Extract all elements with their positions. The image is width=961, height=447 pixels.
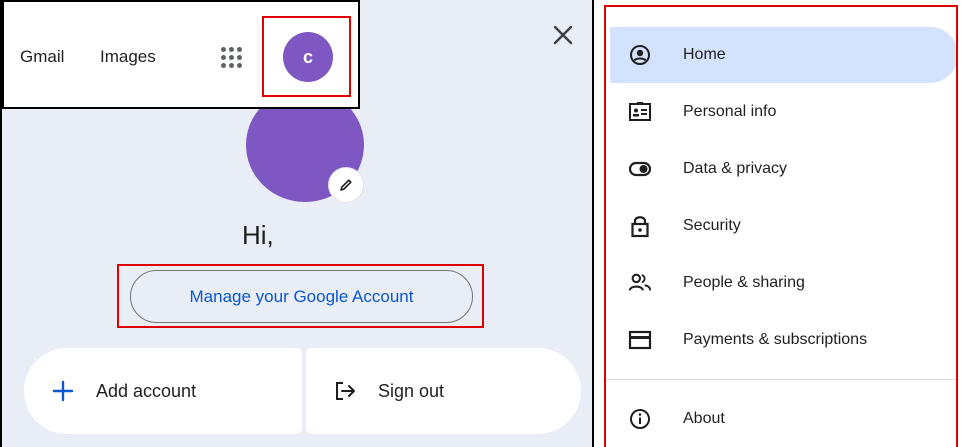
account-navigation: Home Personal info Data & privacy Securi… [604, 5, 958, 447]
nav-label-about: About [683, 410, 725, 427]
credit-card-icon [628, 328, 652, 352]
nav-item-payments[interactable]: Payments & subscriptions [606, 312, 956, 368]
manage-account-button[interactable]: Manage your Google Account [130, 270, 473, 323]
nav-label-data-privacy: Data & privacy [683, 160, 788, 177]
manage-account-highlight: Manage your Google Account [117, 264, 484, 328]
nav-label-payments: Payments & subscriptions [683, 331, 868, 348]
nav-label-security: Security [683, 217, 741, 234]
google-topbar: Gmail Images c [2, 0, 360, 109]
gmail-link[interactable]: Gmail [20, 46, 64, 68]
images-link[interactable]: Images [100, 46, 156, 68]
add-account-button[interactable]: Add account [24, 348, 302, 434]
nav-item-data-privacy[interactable]: Data & privacy [606, 141, 956, 197]
nav-label-home: Home [683, 46, 726, 63]
toggle-icon [628, 157, 652, 181]
account-avatar-button[interactable]: c [283, 32, 333, 82]
nav-divider [606, 379, 956, 380]
greeting-text: Hi, [242, 220, 274, 250]
lock-icon [628, 214, 652, 238]
add-account-label: Add account [96, 380, 197, 401]
nav-label-personal-info: Personal info [683, 103, 777, 120]
pencil-icon [340, 179, 352, 191]
people-icon [628, 271, 652, 295]
info-icon [628, 407, 652, 431]
nav-item-security[interactable]: Security [606, 198, 956, 254]
close-button[interactable] [548, 20, 578, 50]
nav-item-about[interactable]: About [606, 391, 956, 447]
edit-photo-button[interactable] [329, 168, 363, 202]
nav-label-people-sharing: People & sharing [683, 274, 805, 291]
account-actions: Add account Sign out [24, 348, 581, 434]
google-apps-grid-icon[interactable] [216, 42, 246, 72]
account-popup: Hi, Manage your Google Account Add accou… [0, 0, 594, 447]
account-avatar-highlight: c [262, 16, 351, 97]
nav-item-personal-info[interactable]: Personal info [606, 84, 956, 140]
sign-out-button[interactable]: Sign out [306, 348, 581, 434]
nav-item-people-sharing[interactable]: People & sharing [606, 255, 956, 311]
id-card-icon [628, 100, 652, 124]
logout-icon [332, 378, 358, 404]
sign-out-label: Sign out [378, 380, 445, 401]
account-circle-icon [628, 43, 652, 67]
nav-item-home[interactable]: Home [610, 27, 956, 83]
plus-icon [50, 378, 76, 404]
close-icon [553, 25, 573, 45]
